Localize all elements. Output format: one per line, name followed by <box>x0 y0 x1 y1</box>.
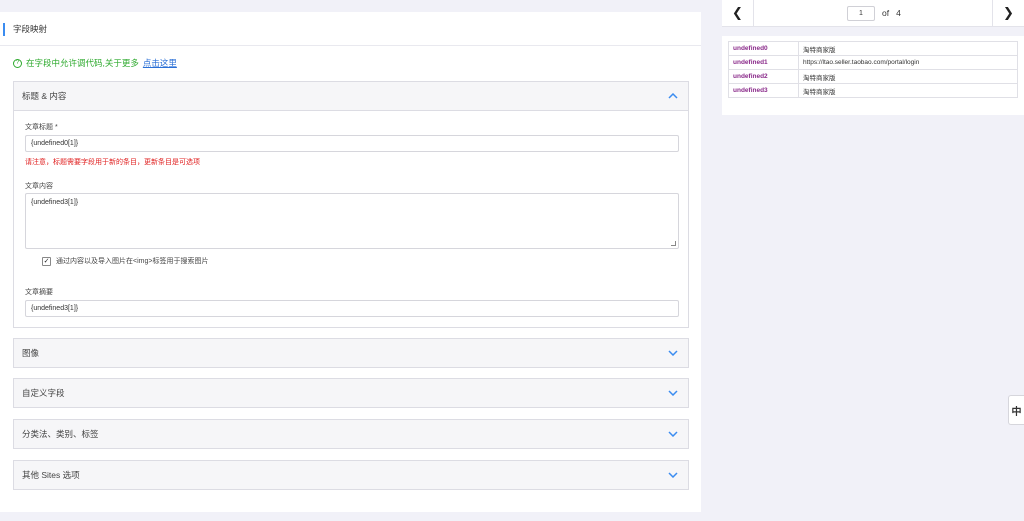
record-pager: ❮ 1 of 4 ❯ <box>722 0 1024 27</box>
post-content-value: {undefined3[1]} <box>31 199 79 206</box>
panel-header: 字段映射 <box>0 12 701 46</box>
post-content-textarea[interactable]: {undefined3[1]} <box>25 193 679 249</box>
side-toggle-handle[interactable]: 中 <box>1008 395 1024 425</box>
chevron-down-icon[interactable] <box>668 388 678 398</box>
page-number-input[interactable]: 1 <box>847 5 875 21</box>
section-title-content-body: 文章标题 * {undefined0[1]} 请注意，标题需要字段用于新的条目，… <box>14 110 688 327</box>
panel-title: 字段映射 <box>13 23 48 34</box>
chevron-right-icon[interactable]: ❯ <box>992 0 1024 27</box>
record-value[interactable]: 淘特商家版 <box>798 69 1018 84</box>
chevron-down-icon[interactable] <box>668 429 678 439</box>
question-circle-icon: ? <box>13 58 22 68</box>
title-warning: 请注意，标题需要字段用于新的条目，更新条目是可选项 <box>25 159 200 166</box>
section-other-options-label: 其他 Sites 选项 <box>22 470 80 480</box>
pager-of-label: of <box>882 8 890 18</box>
excerpt-label: 文章摘要 <box>25 289 53 296</box>
record-table: undefined0 淘特商家版 undefined1 https://ltao… <box>728 41 1018 98</box>
record-value[interactable]: 淘特商家版 <box>798 83 1018 98</box>
record-value[interactable]: https://ltao.seller.taobao.com/portal/lo… <box>798 55 1018 70</box>
help-link[interactable]: 点击这里 <box>143 57 177 69</box>
table-row: undefined0 淘特商家版 <box>728 41 1018 56</box>
record-key[interactable]: undefined3 <box>728 83 799 98</box>
help-line: ? 在字段中允许调代码,关于更多 点击这里 <box>13 57 177 69</box>
post-title-input[interactable]: {undefined0[1]} <box>25 135 679 152</box>
section-custom-fields-header[interactable]: 自定义字段 <box>14 379 688 407</box>
chevron-left-icon[interactable]: ❮ <box>722 0 754 27</box>
img-search-label: 通过内容以及导入图片在<img>标签用于搜索图片 <box>56 258 209 265</box>
field-mapping-panel: 字段映射 ? 在字段中允许调代码,关于更多 点击这里 标题 & 内容 文章标题 … <box>0 12 701 512</box>
record-data-box: undefined0 淘特商家版 undefined1 https://ltao… <box>722 36 1024 115</box>
excerpt-input[interactable]: {undefined3[1]} <box>25 300 679 317</box>
record-value[interactable]: 淘特商家版 <box>798 41 1018 56</box>
record-key[interactable]: undefined0 <box>728 41 799 56</box>
record-key[interactable]: undefined2 <box>728 69 799 84</box>
section-taxonomies[interactable]: 分类法、类别、标签 <box>13 419 689 449</box>
section-taxonomies-label: 分类法、类别、标签 <box>22 429 99 439</box>
section-images-header[interactable]: 图像 <box>14 339 688 367</box>
pager-total: 4 <box>896 8 901 18</box>
img-search-option: ✓ 通过内容以及导入图片在<img>标签用于搜索图片 <box>42 256 208 266</box>
table-row: undefined3 淘特商家版 <box>728 83 1018 98</box>
section-other-options-header[interactable]: 其他 Sites 选项 <box>14 461 688 489</box>
section-images[interactable]: 图像 <box>13 338 689 368</box>
post-title-label: 文章标题 * <box>25 124 58 131</box>
chevron-up-icon[interactable] <box>668 91 678 101</box>
section-title-content-label: 标题 & 内容 <box>22 91 67 101</box>
section-custom-fields-label: 自定义字段 <box>22 388 65 398</box>
img-search-checkbox[interactable]: ✓ <box>42 256 51 266</box>
resize-handle[interactable] <box>671 241 676 246</box>
chevron-down-icon[interactable] <box>668 470 678 480</box>
help-text: 在字段中允许调代码,关于更多 <box>26 58 139 68</box>
accent-bar <box>3 23 5 36</box>
record-key[interactable]: undefined1 <box>728 55 799 70</box>
chevron-down-icon[interactable] <box>668 348 678 358</box>
section-title-content: 标题 & 内容 文章标题 * {undefined0[1]} 请注意，标题需要字… <box>13 81 689 328</box>
section-custom-fields[interactable]: 自定义字段 <box>13 378 689 408</box>
section-other-options[interactable]: 其他 Sites 选项 <box>13 460 689 490</box>
pager-status: 1 of 4 <box>847 5 901 21</box>
table-row: undefined2 淘特商家版 <box>728 69 1018 84</box>
table-row: undefined1 https://ltao.seller.taobao.co… <box>728 55 1018 70</box>
section-images-label: 图像 <box>22 348 40 358</box>
section-taxonomies-header[interactable]: 分类法、类别、标签 <box>14 420 688 448</box>
section-title-content-header[interactable]: 标题 & 内容 <box>14 82 688 110</box>
post-content-label: 文章内容 <box>25 183 53 190</box>
